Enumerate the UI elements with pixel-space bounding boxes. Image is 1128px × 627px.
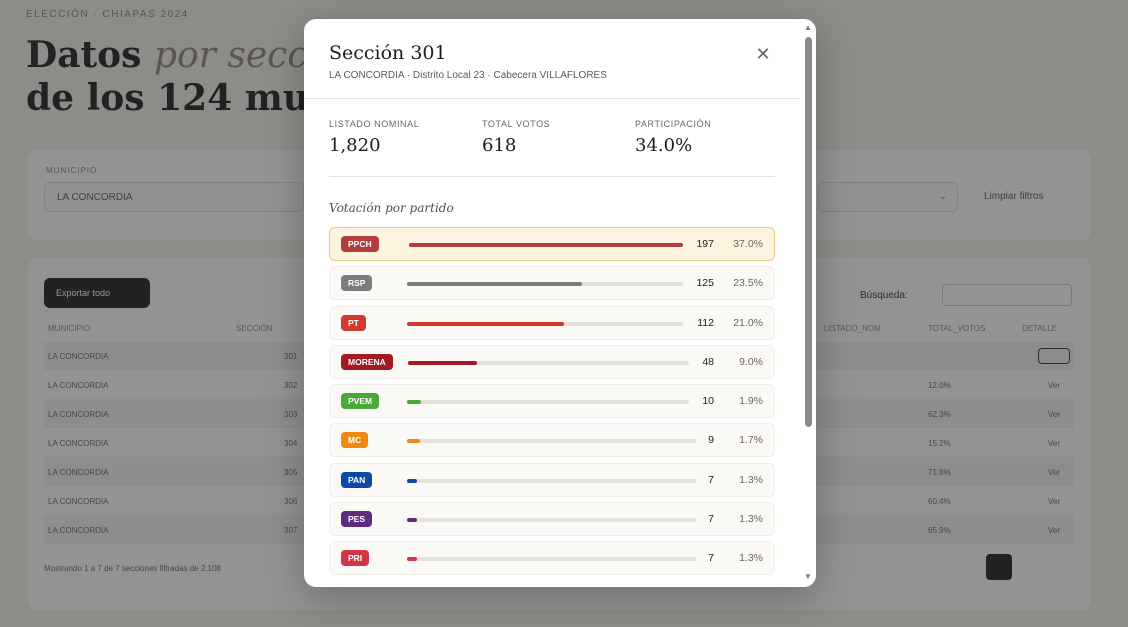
party-list: PPCH 197 37.0% RSP 125 23.5% PT 112 21.0% MORENA 4… xyxy=(329,227,775,581)
party-row: MORENA 48 9.0% xyxy=(329,344,775,379)
stats-divider xyxy=(329,176,775,177)
vote-share-fill xyxy=(407,518,418,523)
party-votes: 7 xyxy=(708,473,714,486)
stat-participacion: PARTICIPACIÓN 34.0% xyxy=(635,119,711,156)
scroll-up-icon[interactable]: ▲ xyxy=(804,23,812,32)
modal-title: Sección 301 xyxy=(329,42,447,64)
vote-share-track xyxy=(407,282,683,287)
party-row: PES 7 1.3% xyxy=(329,502,775,537)
vote-share-fill xyxy=(407,282,583,287)
vote-share-fill xyxy=(407,557,418,562)
stat-label: LISTADO NOMINAL xyxy=(329,119,420,129)
party-percent: 1.3% xyxy=(739,552,763,565)
party-percent: 1.9% xyxy=(739,395,763,408)
section-detail-modal: Sección 301 LA CONCORDIA · Distrito Loca… xyxy=(304,19,816,587)
party-votes: 10 xyxy=(702,395,714,408)
party-badge: MORENA xyxy=(341,353,393,370)
modal-subtitle: LA CONCORDIA · Distrito Local 23 · Cabec… xyxy=(329,70,607,81)
party-votes: 7 xyxy=(708,552,714,565)
party-percent: 37.0% xyxy=(733,238,763,250)
party-percent: 1.7% xyxy=(739,434,763,447)
vote-share-track xyxy=(409,243,683,247)
stat-listado-nominal: LISTADO NOMINAL 1,820 xyxy=(329,119,419,156)
vote-share-track xyxy=(407,518,696,523)
party-votes: 9 xyxy=(708,434,714,447)
party-row: PVEM 10 1.9% xyxy=(329,384,775,419)
vote-share-track xyxy=(407,478,696,483)
party-row: PT 112 21.0% xyxy=(329,305,775,340)
vote-share-fill xyxy=(407,400,422,405)
vote-share-track xyxy=(407,557,696,562)
party-percent: 21.0% xyxy=(733,316,763,329)
vote-share-track xyxy=(408,360,689,365)
vote-share-fill xyxy=(407,478,418,483)
stat-value: 34.0% xyxy=(635,135,693,156)
stat-label: TOTAL VOTOS xyxy=(482,119,551,129)
stat-value: 1,820 xyxy=(329,135,381,156)
stat-label: PARTICIPACIÓN xyxy=(635,119,712,129)
party-badge: PRI xyxy=(341,550,370,567)
party-percent: 1.3% xyxy=(739,513,763,526)
party-votes: 197 xyxy=(696,238,714,250)
party-percent: 9.0% xyxy=(739,355,763,368)
header-divider xyxy=(304,98,800,99)
vote-share-fill xyxy=(408,360,477,365)
party-badge: PAN xyxy=(341,471,373,488)
vote-share-fill xyxy=(409,243,683,247)
party-votes: 7 xyxy=(708,513,714,526)
party-percent: 23.5% xyxy=(733,277,763,290)
stat-value: 618 xyxy=(482,135,517,156)
party-badge: PVEM xyxy=(341,393,380,410)
vote-share-track xyxy=(407,400,689,405)
party-votes: 48 xyxy=(702,355,714,368)
scroll-down-icon[interactable]: ▼ xyxy=(804,572,812,581)
party-badge: PPCH xyxy=(341,236,379,252)
vote-share-track xyxy=(407,439,696,444)
party-badge: PT xyxy=(341,314,366,331)
scrollbar-thumb[interactable] xyxy=(805,37,812,427)
votes-by-party-title: Votación por partido xyxy=(329,201,454,215)
party-row: PPCH 197 37.0% xyxy=(329,227,775,261)
stat-total-votos: TOTAL VOTOS 618 xyxy=(482,119,550,156)
party-percent: 1.3% xyxy=(739,473,763,486)
party-row: PRI 7 1.3% xyxy=(329,541,775,576)
party-row: MC 9 1.7% xyxy=(329,423,775,458)
party-row: PAN 7 1.3% xyxy=(329,462,775,497)
party-votes: 125 xyxy=(696,277,714,290)
party-row: RSP 125 23.5% xyxy=(329,266,775,301)
party-badge: PES xyxy=(341,511,373,528)
close-icon[interactable]: ✕ xyxy=(751,42,775,66)
vote-share-fill xyxy=(407,439,421,444)
vote-share-fill xyxy=(407,321,564,326)
party-badge: RSP xyxy=(341,275,373,292)
party-votes: 112 xyxy=(697,316,714,329)
vote-share-track xyxy=(407,321,683,326)
party-badge: MC xyxy=(341,432,369,449)
